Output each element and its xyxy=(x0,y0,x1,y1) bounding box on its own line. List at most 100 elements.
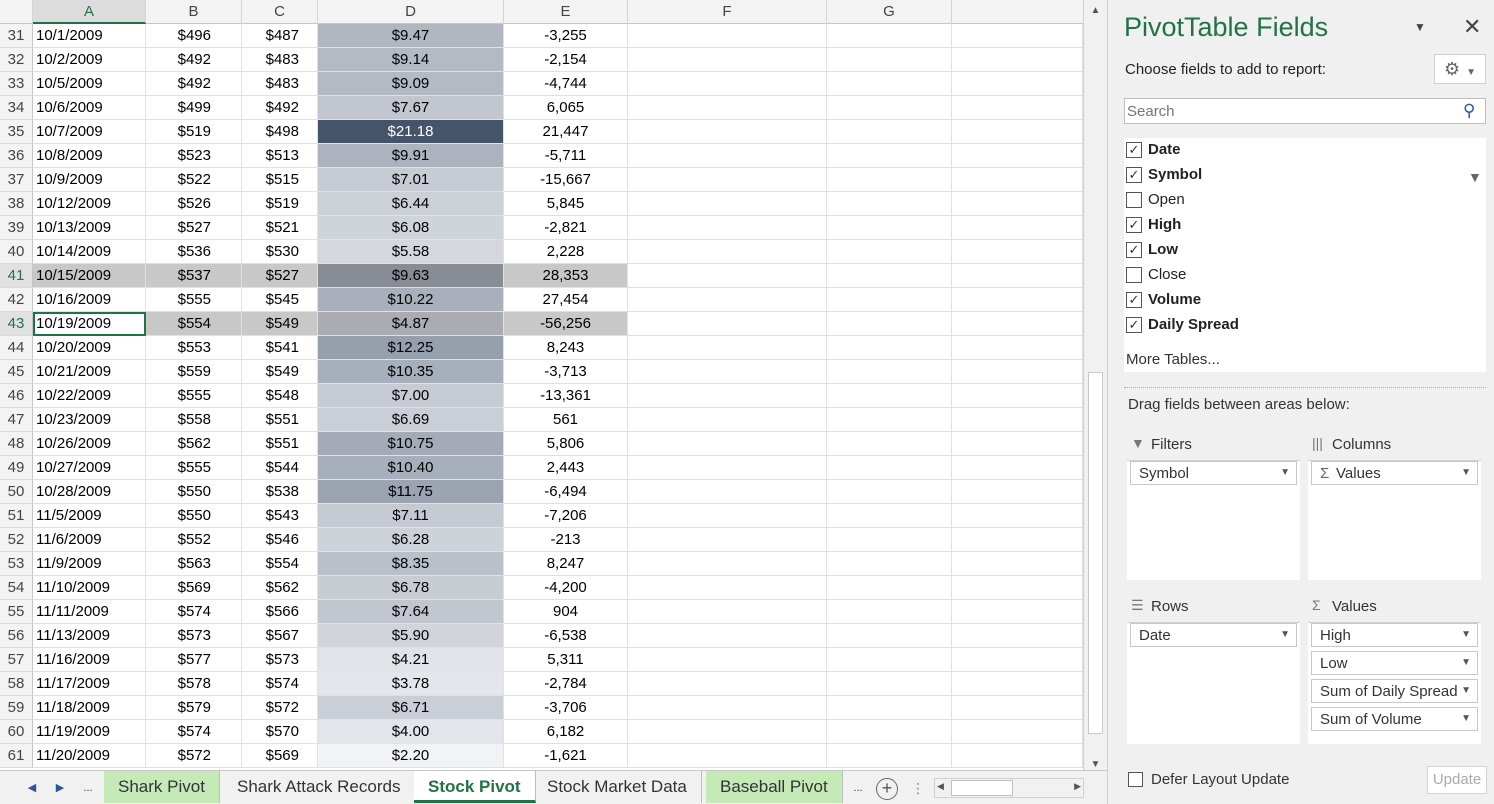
cell-volume[interactable]: 561 xyxy=(504,408,628,432)
cell-daily-spread[interactable]: $4.87 xyxy=(318,312,504,336)
cell-high[interactable]: $555 xyxy=(146,288,242,312)
more-tables-link[interactable]: More Tables... xyxy=(1126,351,1220,368)
values-pill-low[interactable]: Low ▼ xyxy=(1311,651,1478,675)
cell-empty[interactable] xyxy=(952,528,1083,552)
horizontal-scroll-thumb[interactable] xyxy=(951,780,1013,796)
cell-empty[interactable] xyxy=(628,240,827,264)
cell-low[interactable]: $544 xyxy=(242,456,318,480)
cell-volume[interactable]: -3,255 xyxy=(504,24,628,48)
cell-low[interactable]: $483 xyxy=(242,48,318,72)
cell-daily-spread[interactable]: $10.35 xyxy=(318,360,504,384)
cell-empty[interactable] xyxy=(952,384,1083,408)
cell-empty[interactable] xyxy=(827,576,952,600)
chevron-down-icon[interactable]: ▼ xyxy=(1461,629,1471,640)
cell-low[interactable]: $513 xyxy=(242,144,318,168)
cell-low[interactable]: $541 xyxy=(242,336,318,360)
cell-volume[interactable]: -56,256 xyxy=(504,312,628,336)
chevron-down-icon[interactable]: ▼ xyxy=(1461,685,1471,696)
cell-low[interactable]: $519 xyxy=(242,192,318,216)
cell-low[interactable]: $549 xyxy=(242,312,318,336)
cell-empty[interactable] xyxy=(628,96,827,120)
cell-low[interactable]: $545 xyxy=(242,288,318,312)
cell-empty[interactable] xyxy=(628,168,827,192)
cell-empty[interactable] xyxy=(628,720,827,744)
cell-high[interactable]: $577 xyxy=(146,648,242,672)
cell-empty[interactable] xyxy=(952,24,1083,48)
row-header[interactable]: 57 xyxy=(0,648,33,672)
row-header[interactable]: 41 xyxy=(0,264,33,288)
cell-volume[interactable]: -4,200 xyxy=(504,576,628,600)
cell-daily-spread[interactable]: $6.44 xyxy=(318,192,504,216)
cell-high[interactable]: $537 xyxy=(146,264,242,288)
cell-date[interactable]: 10/28/2009 xyxy=(33,480,146,504)
column-header-b[interactable]: B xyxy=(146,0,242,24)
cell-low[interactable]: $551 xyxy=(242,408,318,432)
cell-empty[interactable] xyxy=(952,720,1083,744)
cell-volume[interactable]: -2,154 xyxy=(504,48,628,72)
cell-empty[interactable] xyxy=(827,504,952,528)
cell-volume[interactable]: 21,447 xyxy=(504,120,628,144)
cell-high[interactable]: $559 xyxy=(146,360,242,384)
cell-volume[interactable]: -5,711 xyxy=(504,144,628,168)
column-header-f[interactable]: F xyxy=(628,0,827,24)
cell-high[interactable]: $579 xyxy=(146,696,242,720)
column-header-e[interactable]: E xyxy=(504,0,628,24)
cell-date[interactable]: 11/20/2009 xyxy=(33,744,146,768)
cell-empty[interactable] xyxy=(827,48,952,72)
cell-empty[interactable] xyxy=(628,504,827,528)
cell-volume[interactable]: -15,667 xyxy=(504,168,628,192)
cell-daily-spread[interactable]: $7.67 xyxy=(318,96,504,120)
cell-date[interactable]: 10/8/2009 xyxy=(33,144,146,168)
row-header[interactable]: 32 xyxy=(0,48,33,72)
cell-high[interactable]: $573 xyxy=(146,624,242,648)
cell-empty[interactable] xyxy=(827,432,952,456)
cell-date[interactable]: 10/1/2009 xyxy=(33,24,146,48)
cell-volume[interactable]: -2,784 xyxy=(504,672,628,696)
cell-empty[interactable] xyxy=(628,600,827,624)
cell-high[interactable]: $499 xyxy=(146,96,242,120)
field-symbol[interactable]: ✓ Symbol xyxy=(1124,163,1486,188)
cell-volume[interactable]: 2,443 xyxy=(504,456,628,480)
cell-low[interactable]: $521 xyxy=(242,216,318,240)
cell-daily-spread[interactable]: $4.21 xyxy=(318,648,504,672)
spreadsheet-grid[interactable]: A B C D E F G 31 10/1/2009 $496 $487 $9.47 -3… xyxy=(0,0,1083,770)
row-header[interactable]: 43 xyxy=(0,312,33,336)
cell-high[interactable]: $492 xyxy=(146,48,242,72)
cell-high[interactable]: $536 xyxy=(146,240,242,264)
cell-empty[interactable] xyxy=(827,624,952,648)
cell-high[interactable]: $555 xyxy=(146,456,242,480)
chevron-down-icon[interactable]: ▼ xyxy=(1461,713,1471,724)
cell-volume[interactable]: -6,538 xyxy=(504,624,628,648)
field-checkbox[interactable]: ✓ xyxy=(1126,317,1142,333)
cell-volume[interactable]: 8,247 xyxy=(504,552,628,576)
row-header[interactable]: 34 xyxy=(0,96,33,120)
cell-daily-spread[interactable]: $11.75 xyxy=(318,480,504,504)
cell-low[interactable]: $515 xyxy=(242,168,318,192)
cell-date[interactable]: 11/16/2009 xyxy=(33,648,146,672)
cell-date[interactable]: 10/9/2009 xyxy=(33,168,146,192)
cell-empty[interactable] xyxy=(827,720,952,744)
cell-empty[interactable] xyxy=(952,456,1083,480)
cell-high[interactable]: $574 xyxy=(146,720,242,744)
cell-daily-spread[interactable]: $9.09 xyxy=(318,72,504,96)
cell-empty[interactable] xyxy=(952,624,1083,648)
chevron-down-icon[interactable]: ▼ xyxy=(1280,629,1290,640)
cell-low[interactable]: $487 xyxy=(242,24,318,48)
row-header[interactable]: 50 xyxy=(0,480,33,504)
values-pill-sum-volume[interactable]: Sum of Volume ▼ xyxy=(1311,707,1478,731)
row-header[interactable]: 42 xyxy=(0,288,33,312)
cell-volume[interactable]: 27,454 xyxy=(504,288,628,312)
cell-empty[interactable] xyxy=(628,672,827,696)
cell-date[interactable]: 11/19/2009 xyxy=(33,720,146,744)
cell-empty[interactable] xyxy=(827,384,952,408)
cell-empty[interactable] xyxy=(628,744,827,768)
cell-empty[interactable] xyxy=(827,528,952,552)
cell-volume[interactable]: 28,353 xyxy=(504,264,628,288)
field-checkbox[interactable]: ✓ xyxy=(1126,217,1142,233)
row-header[interactable]: 40 xyxy=(0,240,33,264)
field-open[interactable]: Open xyxy=(1124,188,1486,213)
cell-empty[interactable] xyxy=(628,384,827,408)
cell-daily-spread[interactable]: $6.08 xyxy=(318,216,504,240)
row-header[interactable]: 49 xyxy=(0,456,33,480)
cell-volume[interactable]: 5,311 xyxy=(504,648,628,672)
